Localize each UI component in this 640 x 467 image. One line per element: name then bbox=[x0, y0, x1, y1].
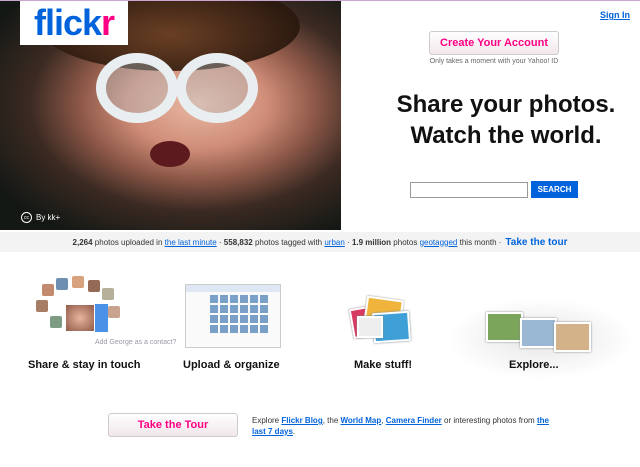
organizr-illustration[interactable] bbox=[185, 284, 281, 348]
hero-photo: flickr cc By kk+ bbox=[0, 1, 341, 230]
search-button[interactable]: SEARCH bbox=[531, 181, 578, 198]
explore-text: Explore Flickr Blog, the World Map, Came… bbox=[252, 416, 549, 436]
geotagged-link[interactable]: geotagged bbox=[420, 238, 458, 247]
headline-line-2: Watch the world. bbox=[410, 122, 602, 149]
urban-tag-link[interactable]: urban bbox=[324, 238, 344, 247]
contact-popup bbox=[95, 304, 108, 332]
product-box bbox=[357, 316, 383, 338]
contact-photo-large bbox=[65, 304, 95, 332]
feature-share-label[interactable]: Share & stay in touch bbox=[28, 359, 140, 371]
stats-bar: 2,264 photos uploaded in the last minute… bbox=[0, 232, 640, 252]
signup-note: Only takes a moment with your Yahoo! ID bbox=[429, 58, 559, 65]
photo-mouth bbox=[150, 141, 190, 167]
explore-photo bbox=[554, 322, 591, 352]
contact-thumb bbox=[42, 284, 54, 296]
photo-credit: cc By kk+ bbox=[21, 212, 60, 223]
glasses-left-lens bbox=[96, 53, 178, 123]
explore-photo bbox=[520, 318, 557, 348]
contact-thumb bbox=[56, 278, 68, 290]
contact-thumb bbox=[50, 316, 62, 328]
flickr-blog-link[interactable]: Flickr Blog bbox=[281, 416, 322, 425]
take-the-tour-button[interactable]: Take the Tour bbox=[108, 413, 238, 437]
feature-upload-label[interactable]: Upload & organize bbox=[183, 359, 280, 371]
contact-thumb bbox=[72, 276, 84, 288]
headline: Share your photos. Watch the world. bbox=[386, 89, 626, 151]
sign-in-link[interactable]: Sign In bbox=[600, 10, 630, 20]
take-tour-link[interactable]: Take the tour bbox=[505, 237, 567, 248]
contact-thumb bbox=[102, 288, 114, 300]
products-illustration[interactable] bbox=[343, 292, 412, 344]
contact-thumb bbox=[36, 300, 48, 312]
cc-icon: cc bbox=[21, 212, 32, 223]
last-minute-link[interactable]: the last minute bbox=[165, 238, 217, 247]
glasses-right-lens bbox=[176, 53, 258, 123]
feature-make-label[interactable]: Make stuff! bbox=[354, 359, 412, 371]
feature-explore-label[interactable]: Explore... bbox=[509, 359, 559, 371]
explore-photo bbox=[486, 312, 523, 342]
share-illustration[interactable]: Add George as a contact? bbox=[32, 276, 176, 350]
flickr-logo[interactable]: flickr bbox=[20, 1, 128, 45]
create-account-button[interactable]: Create Your Account bbox=[429, 31, 559, 55]
contact-thumb bbox=[88, 280, 100, 292]
window-titlebar bbox=[186, 285, 280, 292]
contact-thumb bbox=[108, 306, 120, 318]
photo-grid bbox=[210, 295, 272, 333]
photo-credit-text[interactable]: By kk+ bbox=[36, 213, 60, 222]
world-map-link[interactable]: World Map bbox=[341, 416, 382, 425]
search-input[interactable] bbox=[410, 182, 528, 198]
hero-section: flickr cc By kk+ Sign In Create Your Acc… bbox=[0, 0, 640, 232]
headline-line-1: Share your photos. bbox=[396, 91, 616, 118]
camera-finder-link[interactable]: Camera Finder bbox=[386, 416, 442, 425]
add-contact-tip: Add George as a contact? bbox=[95, 339, 177, 346]
